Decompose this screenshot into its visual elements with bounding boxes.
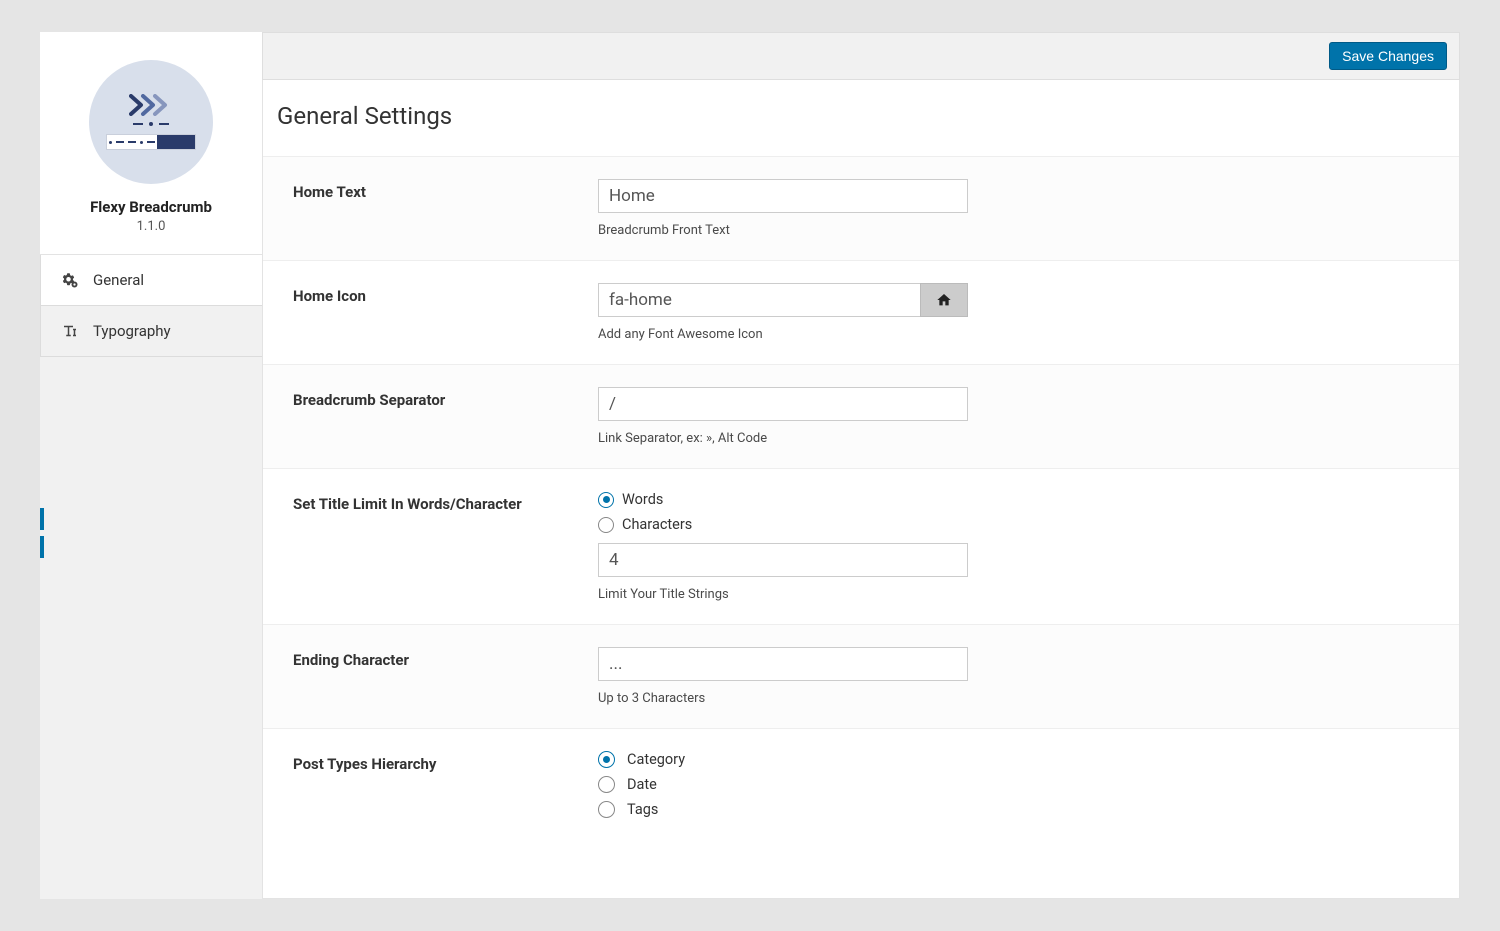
field-home-icon: Home Icon Add any Font Awesome Icon	[263, 260, 1459, 364]
field-post-hierarchy: Post Types Hierarchy Category Date	[263, 728, 1459, 850]
radio-indicator	[598, 492, 614, 508]
sidebar-item-label: Typography	[93, 322, 171, 340]
topbar: Save Changes	[262, 32, 1460, 80]
field-description: Add any Font Awesome Icon	[598, 327, 968, 342]
sidebar-header: Flexy Breadcrumb 1.1.0	[40, 32, 262, 255]
main: Save Changes General Settings Home Text …	[262, 32, 1460, 899]
plugin-title: Flexy Breadcrumb	[56, 198, 246, 216]
field-label: Ending Character	[293, 651, 578, 669]
field-home-text: Home Text Breadcrumb Front Text	[263, 156, 1459, 260]
field-separator: Breadcrumb Separator Link Separator, ex:…	[263, 364, 1459, 468]
field-label: Breadcrumb Separator	[293, 391, 578, 409]
radio-label: Words	[622, 491, 663, 508]
field-description: Limit Your Title Strings	[598, 587, 968, 602]
radio-option-tags[interactable]: Tags	[598, 801, 968, 818]
home-icon	[936, 292, 952, 308]
field-label: Post Types Hierarchy	[293, 755, 578, 773]
radio-label: Tags	[627, 801, 658, 818]
separator-input[interactable]	[598, 387, 968, 421]
field-description: Link Separator, ex: », Alt Code	[598, 431, 968, 446]
content: General Settings Home Text Breadcrumb Fr…	[262, 80, 1460, 899]
field-label: Set Title Limit In Words/Character	[293, 495, 578, 513]
plugin-logo	[89, 60, 213, 184]
title-limit-radio-group: Words Characters	[598, 491, 968, 533]
sidebar-nav: General Typography	[40, 255, 262, 357]
sidebar-item-general[interactable]: General	[40, 255, 262, 306]
sidebar: Flexy Breadcrumb 1.1.0 General	[40, 32, 262, 899]
home-icon-preview[interactable]	[920, 283, 968, 317]
ending-char-input[interactable]	[598, 647, 968, 681]
plugin-version: 1.1.0	[56, 219, 246, 234]
sidebar-item-label: General	[93, 271, 144, 289]
page-title: General Settings	[263, 80, 1459, 156]
radio-label: Characters	[622, 516, 692, 533]
field-ending-character: Ending Character Up to 3 Characters	[263, 624, 1459, 728]
radio-option-date[interactable]: Date	[598, 776, 968, 793]
radio-indicator	[598, 801, 615, 818]
radio-indicator	[598, 517, 614, 533]
radio-indicator	[598, 751, 615, 768]
title-limit-input[interactable]	[598, 543, 968, 577]
typography-icon	[61, 322, 79, 340]
radio-option-words[interactable]: Words	[598, 491, 968, 508]
field-title-limit: Set Title Limit In Words/Character Words…	[263, 468, 1459, 624]
radio-label: Category	[627, 751, 685, 768]
field-description: Up to 3 Characters	[598, 691, 968, 706]
gears-icon	[61, 271, 79, 289]
sidebar-item-typography[interactable]: Typography	[40, 306, 262, 357]
selection-marker	[40, 508, 44, 530]
selection-marker	[40, 536, 44, 558]
radio-label: Date	[627, 776, 657, 793]
save-changes-button[interactable]: Save Changes	[1329, 42, 1447, 70]
radio-option-characters[interactable]: Characters	[598, 516, 968, 533]
home-text-input[interactable]	[598, 179, 968, 213]
field-description: Breadcrumb Front Text	[598, 223, 968, 238]
field-label: Home Text	[293, 183, 578, 201]
radio-option-category[interactable]: Category	[598, 751, 968, 768]
radio-indicator	[598, 776, 615, 793]
home-icon-input[interactable]	[598, 283, 920, 317]
hierarchy-radio-group: Category Date Tags	[598, 751, 968, 818]
field-label: Home Icon	[293, 287, 578, 305]
